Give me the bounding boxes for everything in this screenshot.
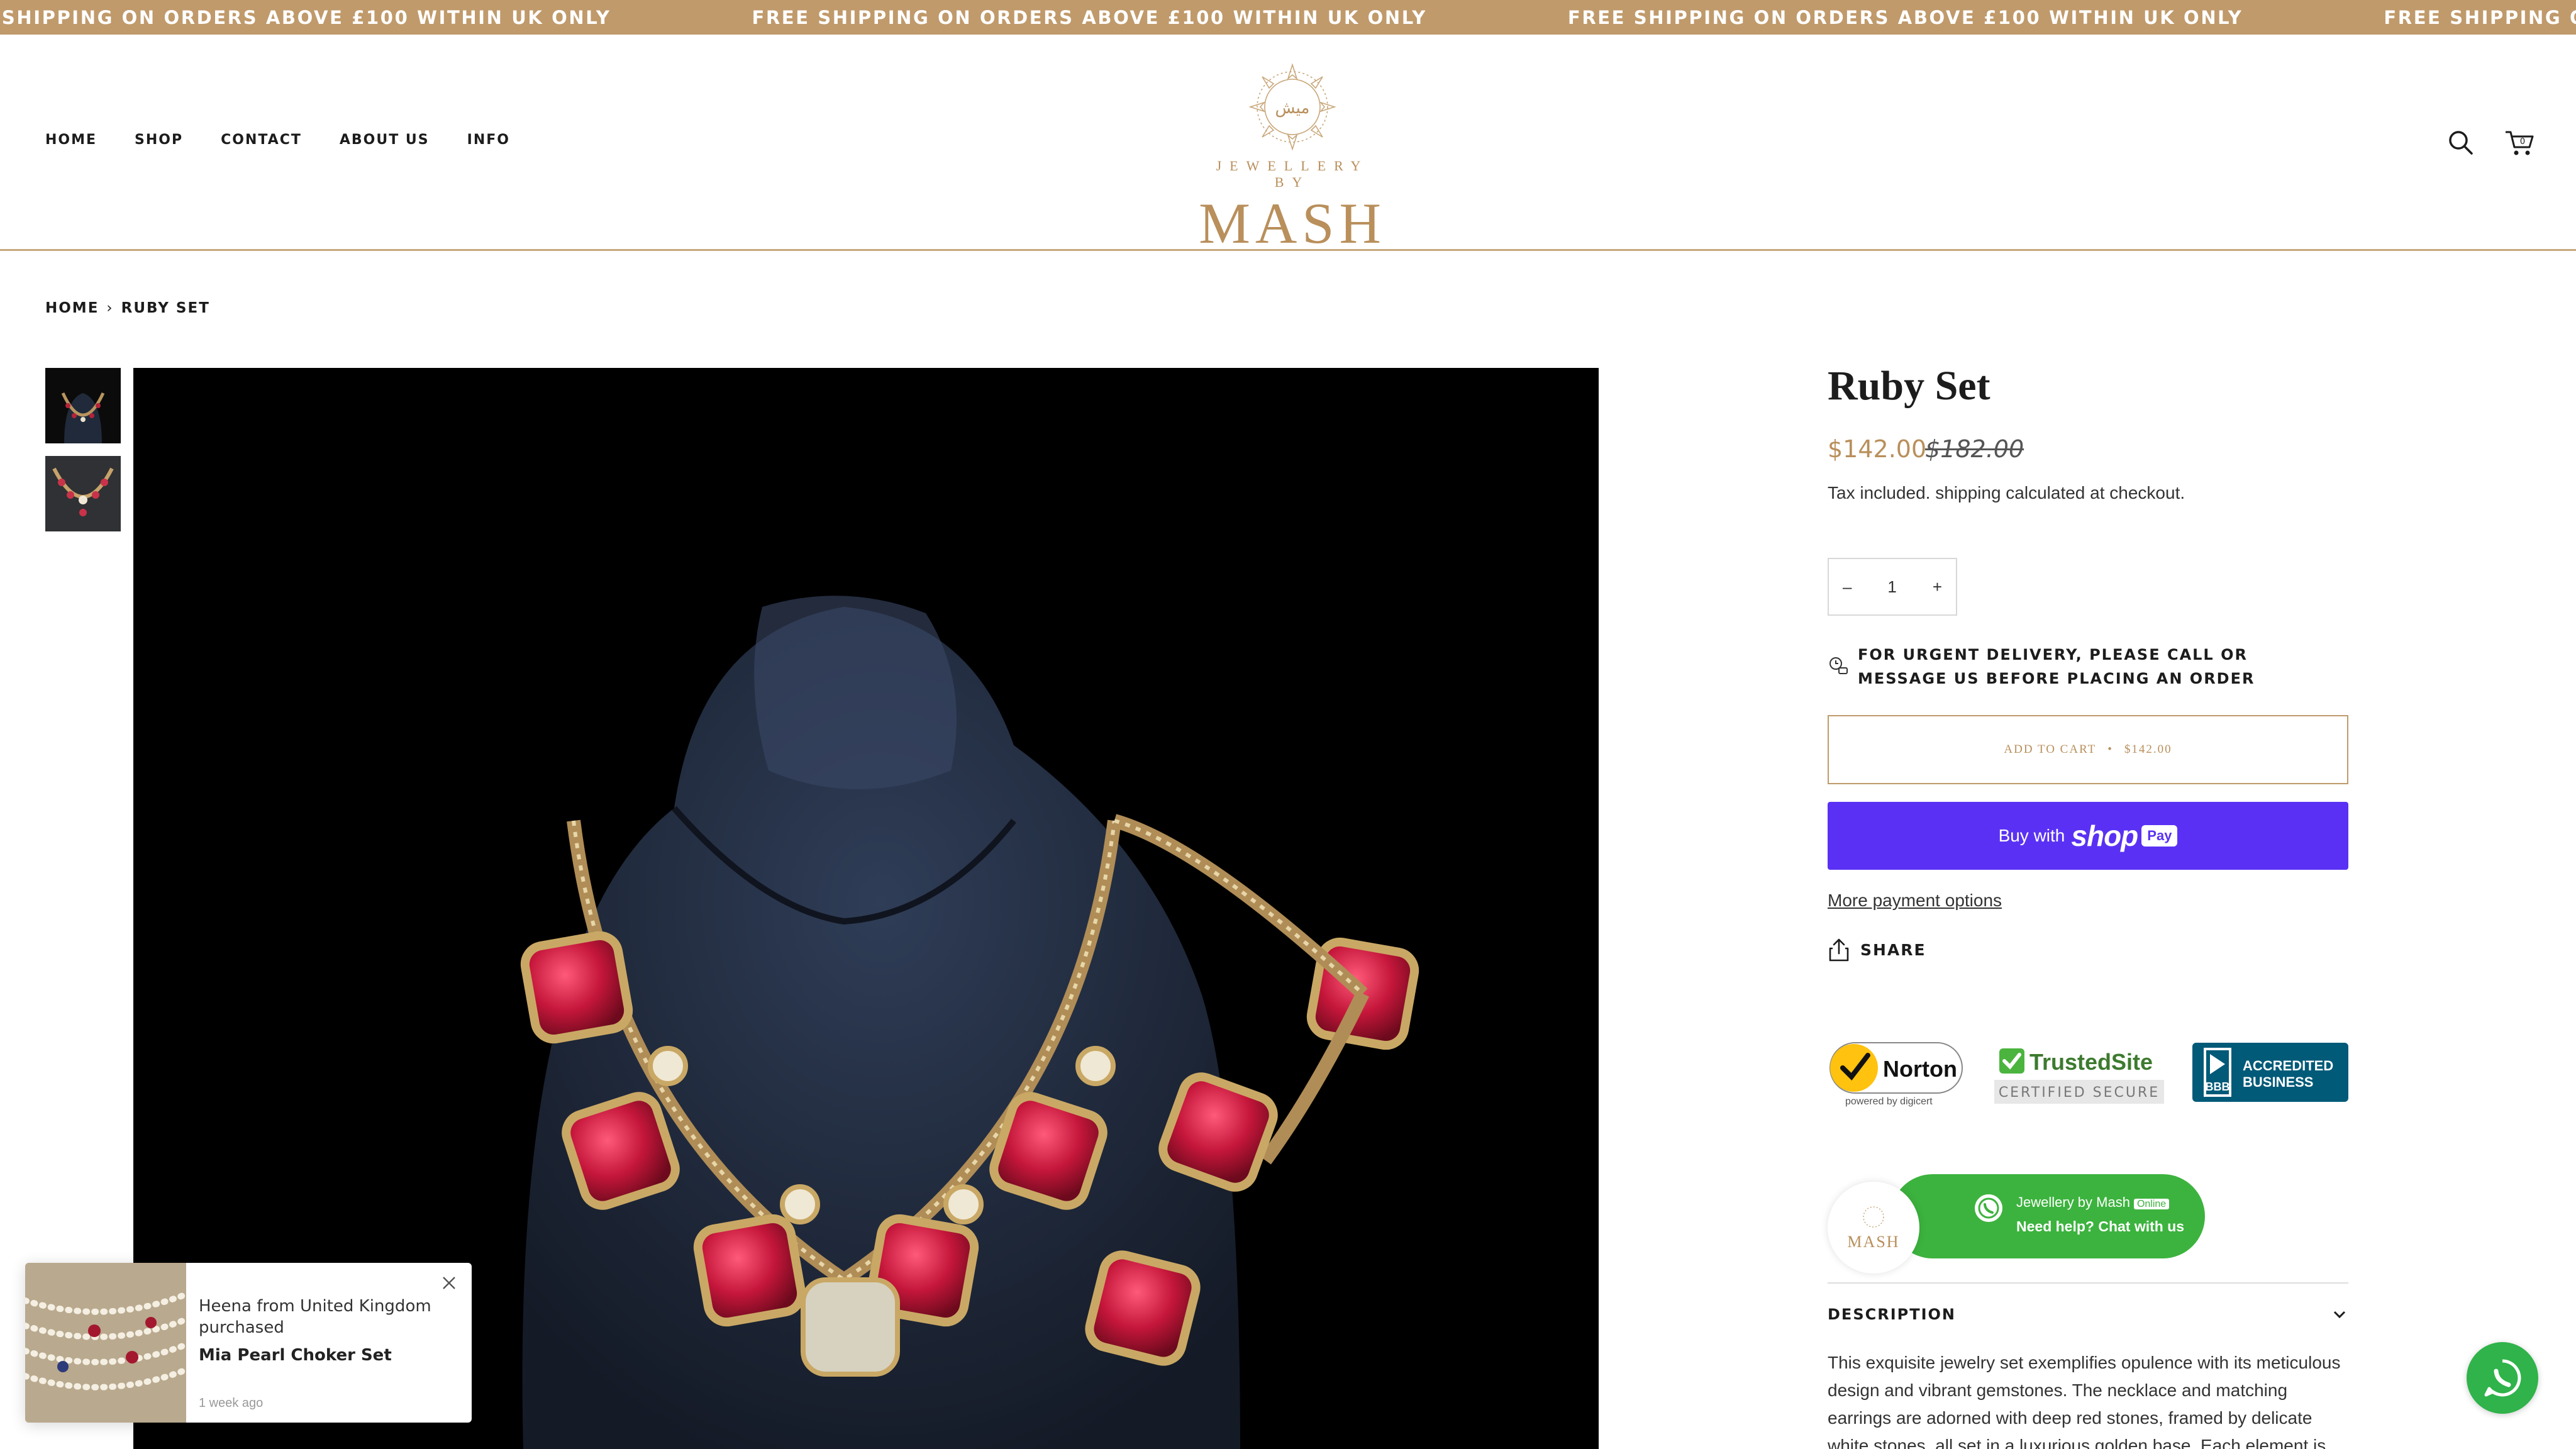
popup-buyer-text: Heena from United Kingdom purchased <box>199 1297 431 1337</box>
urgent-delivery-text: FOR URGENT DELIVERY, PLEASE CALL OR MESS… <box>1858 646 2255 687</box>
pay-brand: Pay <box>2141 825 2178 847</box>
share-label: SHARE <box>1860 940 1926 959</box>
tax-note: Tax included. shipping calculated at che… <box>1828 483 2185 502</box>
whatsapp-pill: Jewellery by Mash Online Need help? Chat … <box>1890 1174 2205 1258</box>
logo-subtitle: JEWELLERY BY <box>1216 158 1369 190</box>
breadcrumb: HOME › RUBY SET <box>45 300 210 316</box>
quantity-stepper: – 1 + <box>1828 558 1957 616</box>
add-to-cart-separator: • <box>2107 743 2113 756</box>
announcement-text: FREE SHIPPING ON ORDERS ABOVE £100 WITHI… <box>2384 6 2576 28</box>
bbb-line2: BUSINESS <box>2243 1074 2313 1090</box>
share-icon <box>1829 938 1849 962</box>
announcement-text: FREE SHIPPING ON ORDERS ABOVE £100 WITHI… <box>1567 6 2243 28</box>
announcement-text: FREE SHIPPING ON ORDERS ABOVE £100 WITHI… <box>0 6 611 28</box>
logo-title: MASH <box>1199 191 1386 255</box>
close-icon <box>443 1277 455 1289</box>
qty-input[interactable]: 1 <box>1887 577 1896 597</box>
nav-about-us[interactable]: ABOUT US <box>340 132 430 148</box>
necklace-thumbnail-image <box>45 368 121 443</box>
buy-with-label: Buy with <box>1998 826 2065 845</box>
site-header: HOME SHOP CONTACT ABOUT US INFO میش JEWE… <box>0 35 2576 252</box>
nav-info[interactable]: INFO <box>467 132 510 148</box>
qty-increase-button[interactable]: + <box>1933 577 1942 597</box>
search-icon <box>2449 131 2473 155</box>
mash-logo-icon: MASH <box>1847 1206 1899 1251</box>
share-button[interactable]: SHARE <box>1828 937 1926 962</box>
popup-close-button[interactable] <box>440 1274 458 1292</box>
trust-badges: Norton powered by digicert TrustedSite C… <box>1828 1031 2348 1113</box>
cart-button[interactable]: 0 <box>2503 127 2534 158</box>
breadcrumb-separator: › <box>106 300 114 316</box>
norton-logo-icon: Norton powered by digicert <box>1829 1042 1963 1107</box>
description-heading: DESCRIPTION <box>1828 1306 1957 1323</box>
whatsapp-float-button[interactable] <box>2467 1342 2538 1414</box>
more-payment-options-link[interactable]: More payment options <box>1828 891 2002 911</box>
description-text: This exquisite jewelry set exemplifies o… <box>1828 1353 2341 1449</box>
bbb-logo-text: BBB <box>2206 1080 2230 1093</box>
description-divider <box>1828 1282 2348 1284</box>
pearl-choker-image <box>25 1263 189 1423</box>
gallery-thumbnail-1[interactable] <box>45 368 121 443</box>
main-nav: HOME SHOP CONTACT ABOUT US INFO <box>45 132 548 148</box>
add-to-cart-button[interactable]: ADD TO CART • $142.00 <box>1828 715 2348 784</box>
announcement-track: FREE SHIPPING ON ORDERS ABOVE £100 WITHI… <box>0 0 2576 35</box>
whatsapp-cta: Need help? Chat with us <box>2016 1218 2185 1235</box>
delivery-icon <box>1829 657 1848 674</box>
chevron-down-icon <box>2333 1311 2346 1319</box>
breadcrumb-home[interactable]: HOME <box>45 300 99 316</box>
announcement-text: FREE SHIPPING ON ORDERS ABOVE £100 WITHI… <box>752 6 1427 28</box>
popup-product-image <box>25 1263 189 1423</box>
announcement-bar: FREE SHIPPING ON ORDERS ABOVE £100 WITHI… <box>0 0 2576 35</box>
whatsapp-brand-avatar: MASH <box>1828 1182 1919 1274</box>
breadcrumb-current: RUBY SET <box>121 300 210 316</box>
logo-emblem-text: میش <box>1275 99 1310 118</box>
nav-contact[interactable]: CONTACT <box>221 132 302 148</box>
whatsapp-logo-text: MASH <box>1847 1233 1899 1251</box>
bbb-line1: ACCREDITED <box>2243 1058 2333 1074</box>
urgent-delivery-note: FOR URGENT DELIVERY, PLEASE CALL OR MESS… <box>1828 643 2311 691</box>
popup-product-name[interactable]: Mia Pearl Choker Set <box>199 1346 392 1365</box>
logo-emblem-icon: میش <box>1248 63 1336 151</box>
description-toggle[interactable]: DESCRIPTION <box>1828 1306 2348 1323</box>
norton-sub-text: powered by digicert <box>1845 1096 1933 1107</box>
recent-purchase-popup[interactable]: Heena from United Kingdom purchased Mia … <box>25 1263 472 1423</box>
cart-icon: 0 <box>2506 131 2534 155</box>
shop-pay-button[interactable]: Buy with shop Pay <box>1828 802 2348 870</box>
site-logo[interactable]: میش JEWELLERY BY MASH <box>1198 60 1387 261</box>
bbb-badge[interactable]: BBB ACCREDITED BUSINESS <box>2192 1043 2348 1102</box>
product-price: $142.00 <box>1828 435 1927 463</box>
norton-text: Norton <box>1883 1056 1957 1082</box>
trustedsite-badge[interactable]: TrustedSite CERTIFIED SECURE <box>1994 1047 2164 1104</box>
nav-shop[interactable]: SHOP <box>135 132 183 148</box>
compare-price: $182.00 <box>1925 435 2024 463</box>
norton-badge[interactable]: Norton powered by digicert <box>1828 1038 1966 1107</box>
trustedsite-logo-icon: TrustedSite CERTIFIED SECURE <box>1994 1048 2164 1104</box>
trustedsite-text: TrustedSite <box>2029 1049 2153 1075</box>
necklace-thumbnail-image <box>45 456 121 531</box>
search-button[interactable] <box>2445 127 2477 158</box>
gallery-thumbnail-2[interactable] <box>45 456 121 531</box>
trustedsite-sub-text: CERTIFIED SECURE <box>1999 1085 2160 1101</box>
bbb-logo-icon: BBB ACCREDITED BUSINESS <box>2204 1048 2333 1097</box>
whatsapp-name: Jewellery by Mash <box>2016 1194 2130 1210</box>
whatsapp-status-badge: Online <box>2133 1199 2170 1209</box>
svg-text:0: 0 <box>2520 137 2525 147</box>
whatsapp-chat-widget[interactable]: Jewellery by Mash Online Need help? Chat … <box>1828 1174 2205 1274</box>
add-to-cart-price: $142.00 <box>2124 743 2172 756</box>
popup-time: 1 week ago <box>199 1396 264 1410</box>
shop-brand: shop <box>2071 819 2138 852</box>
whatsapp-name-line: Jewellery by Mash Online <box>2016 1194 2170 1211</box>
nav-home[interactable]: HOME <box>45 132 97 148</box>
product-title: Ruby Set <box>1828 363 1990 409</box>
whatsapp-small-icon <box>1975 1194 2002 1222</box>
qty-decrease-button[interactable]: – <box>1843 577 1852 597</box>
add-to-cart-label: ADD TO CART <box>2004 743 2097 756</box>
whatsapp-icon <box>2484 1359 2521 1397</box>
